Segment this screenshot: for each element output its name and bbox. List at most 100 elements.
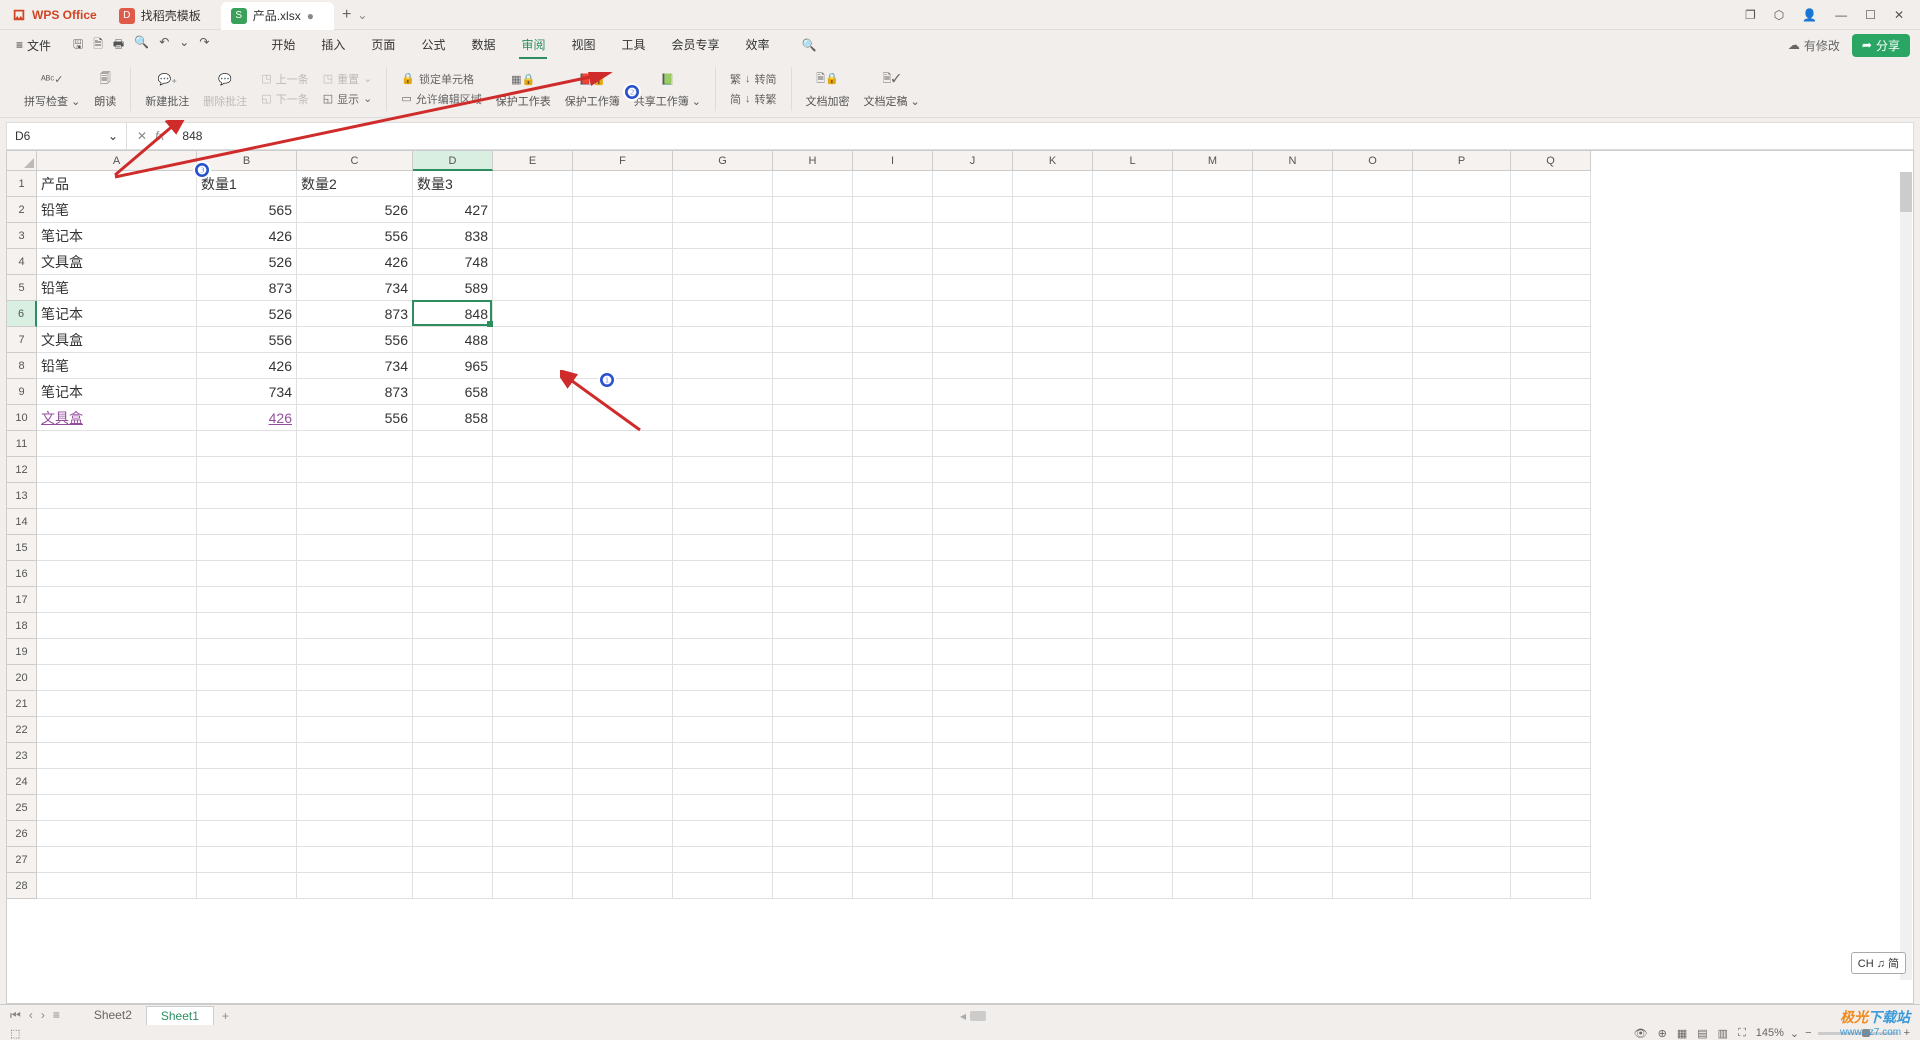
cell-M2[interactable] — [1173, 197, 1253, 223]
cell-O10[interactable] — [1333, 405, 1413, 431]
cell-B20[interactable] — [197, 665, 297, 691]
cell-B24[interactable] — [197, 769, 297, 795]
cell-C8[interactable]: 734 — [297, 353, 413, 379]
cell-A8[interactable]: 铅笔 — [37, 353, 197, 379]
cell-G2[interactable] — [673, 197, 773, 223]
cell-L21[interactable] — [1093, 691, 1173, 717]
cell-D13[interactable] — [413, 483, 493, 509]
cell-A17[interactable] — [37, 587, 197, 613]
cell-A7[interactable]: 文具盒 — [37, 327, 197, 353]
cell-H27[interactable] — [773, 847, 853, 873]
cell-Q1[interactable] — [1511, 171, 1591, 197]
read-aloud-button[interactable]: 🗐 朗读 — [94, 69, 116, 109]
cell-B4[interactable]: 526 — [197, 249, 297, 275]
cell-I14[interactable] — [853, 509, 933, 535]
cell-L22[interactable] — [1093, 717, 1173, 743]
cell-B1[interactable]: 数量1 — [197, 171, 297, 197]
cell-B22[interactable] — [197, 717, 297, 743]
cell-O19[interactable] — [1333, 639, 1413, 665]
row-header-12[interactable]: 12 — [7, 457, 37, 483]
cell-O12[interactable] — [1333, 457, 1413, 483]
cell-M28[interactable] — [1173, 873, 1253, 899]
cell-M11[interactable] — [1173, 431, 1253, 457]
zoom-dropdown[interactable]: ⌄ — [1790, 1027, 1799, 1040]
cell-E1[interactable] — [493, 171, 573, 197]
cell-C11[interactable] — [297, 431, 413, 457]
formula-input[interactable]: 848 — [174, 129, 1913, 143]
file-menu[interactable]: ≡ 文件 — [10, 35, 57, 56]
cell-I6[interactable] — [853, 301, 933, 327]
cell-K7[interactable] — [1013, 327, 1093, 353]
cell-C23[interactable] — [297, 743, 413, 769]
close-button[interactable]: ✕ — [1894, 8, 1904, 22]
cell-D9[interactable]: 658 — [413, 379, 493, 405]
cell-O9[interactable] — [1333, 379, 1413, 405]
cell-N9[interactable] — [1253, 379, 1333, 405]
cell-C3[interactable]: 556 — [297, 223, 413, 249]
cell-L5[interactable] — [1093, 275, 1173, 301]
template-tab[interactable]: D 找稻壳模板 — [109, 2, 221, 30]
cell-J27[interactable] — [933, 847, 1013, 873]
cell-L1[interactable] — [1093, 171, 1173, 197]
cell-I17[interactable] — [853, 587, 933, 613]
row-header-17[interactable]: 17 — [7, 587, 37, 613]
column-header-B[interactable]: B — [197, 151, 297, 171]
cell-C16[interactable] — [297, 561, 413, 587]
cell-D21[interactable] — [413, 691, 493, 717]
cell-Q26[interactable] — [1511, 821, 1591, 847]
cell-G12[interactable] — [673, 457, 773, 483]
cell-H20[interactable] — [773, 665, 853, 691]
cell-J10[interactable] — [933, 405, 1013, 431]
cell-D1[interactable]: 数量3 — [413, 171, 493, 197]
row-header-4[interactable]: 4 — [7, 249, 37, 275]
cell-N15[interactable] — [1253, 535, 1333, 561]
cell-P8[interactable] — [1413, 353, 1511, 379]
cell-P22[interactable] — [1413, 717, 1511, 743]
cell-D4[interactable]: 748 — [413, 249, 493, 275]
column-header-M[interactable]: M — [1173, 151, 1253, 171]
cell-C15[interactable] — [297, 535, 413, 561]
cell-D10[interactable]: 858 — [413, 405, 493, 431]
cell-F6[interactable] — [573, 301, 673, 327]
cell-Q4[interactable] — [1511, 249, 1591, 275]
cell-C7[interactable]: 556 — [297, 327, 413, 353]
cell-B9[interactable]: 734 — [197, 379, 297, 405]
cell-P7[interactable] — [1413, 327, 1511, 353]
cell-L27[interactable] — [1093, 847, 1173, 873]
cell-M19[interactable] — [1173, 639, 1253, 665]
cell-D23[interactable] — [413, 743, 493, 769]
cell-P17[interactable] — [1413, 587, 1511, 613]
cell-L6[interactable] — [1093, 301, 1173, 327]
cell-J5[interactable] — [933, 275, 1013, 301]
menu-tab-开始[interactable]: 开始 — [269, 32, 297, 59]
cell-C10[interactable]: 556 — [297, 405, 413, 431]
cell-H6[interactable] — [773, 301, 853, 327]
cell-K21[interactable] — [1013, 691, 1093, 717]
cell-F25[interactable] — [573, 795, 673, 821]
cell-L9[interactable] — [1093, 379, 1173, 405]
cell-H15[interactable] — [773, 535, 853, 561]
cell-K25[interactable] — [1013, 795, 1093, 821]
cell-N28[interactable] — [1253, 873, 1333, 899]
cell-D5[interactable]: 589 — [413, 275, 493, 301]
cell-P23[interactable] — [1413, 743, 1511, 769]
cell-B2[interactable]: 565 — [197, 197, 297, 223]
column-header-O[interactable]: O — [1333, 151, 1413, 171]
cell-P28[interactable] — [1413, 873, 1511, 899]
view-full-icon[interactable]: ⛶ — [1738, 1027, 1746, 1040]
row-header-15[interactable]: 15 — [7, 535, 37, 561]
cell-O1[interactable] — [1333, 171, 1413, 197]
cell-L28[interactable] — [1093, 873, 1173, 899]
menu-tab-插入[interactable]: 插入 — [319, 32, 347, 59]
cell-J26[interactable] — [933, 821, 1013, 847]
menu-tab-会员专享[interactable]: 会员专享 — [670, 32, 722, 59]
cell-F19[interactable] — [573, 639, 673, 665]
save-icon[interactable]: 🖫 — [73, 35, 83, 56]
cell-H25[interactable] — [773, 795, 853, 821]
cell-G5[interactable] — [673, 275, 773, 301]
cell-N22[interactable] — [1253, 717, 1333, 743]
cell-D24[interactable] — [413, 769, 493, 795]
cell-Q19[interactable] — [1511, 639, 1591, 665]
cell-C27[interactable] — [297, 847, 413, 873]
cell-M15[interactable] — [1173, 535, 1253, 561]
